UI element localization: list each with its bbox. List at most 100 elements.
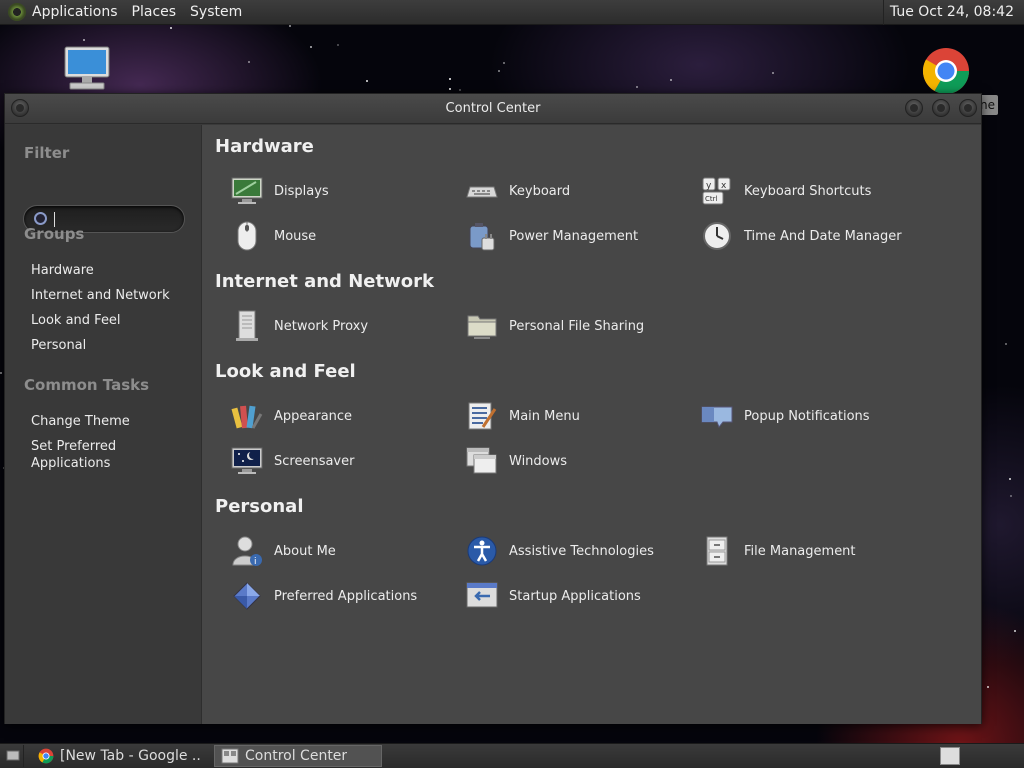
close-button[interactable] bbox=[959, 99, 977, 117]
filter-heading: Filter bbox=[24, 144, 70, 162]
maximize-button[interactable] bbox=[932, 99, 950, 117]
keyboard-shortcuts-icon: y x Ctrl bbox=[700, 175, 734, 207]
show-desktop-button[interactable] bbox=[2, 745, 24, 767]
item-appearance[interactable]: Appearance bbox=[230, 400, 352, 432]
item-label: Displays bbox=[274, 183, 329, 199]
bottom-panel: [New Tab - Google ... Control Center bbox=[0, 743, 1024, 768]
clock-icon bbox=[700, 220, 734, 252]
section-title-look-and-feel: Look and Feel bbox=[215, 361, 356, 382]
item-windows[interactable]: Windows bbox=[465, 445, 567, 477]
item-popup-notifications[interactable]: Popup Notifications bbox=[700, 400, 870, 432]
star bbox=[1005, 343, 1007, 345]
clock[interactable]: Tue Oct 24, 08:42 bbox=[882, 0, 1020, 25]
show-desktop-icon bbox=[6, 750, 19, 761]
folder-share-icon bbox=[465, 310, 499, 342]
item-screensaver[interactable]: Screensaver bbox=[230, 445, 354, 477]
applications-menu[interactable]: Applications bbox=[32, 4, 118, 20]
group-link-hardware[interactable]: Hardware bbox=[31, 262, 191, 279]
group-link-look-and-feel[interactable]: Look and Feel bbox=[31, 312, 191, 329]
minimize-button[interactable] bbox=[905, 99, 923, 117]
star bbox=[0, 372, 2, 374]
mate-logo-icon[interactable] bbox=[8, 3, 26, 21]
section-title-internet-and-network: Internet and Network bbox=[215, 271, 434, 292]
item-network-proxy[interactable]: Network Proxy bbox=[230, 310, 368, 342]
item-label: Time And Date Manager bbox=[744, 228, 902, 244]
common-tasks-heading: Common Tasks bbox=[24, 376, 150, 394]
startup-apps-icon bbox=[465, 580, 499, 612]
star bbox=[503, 62, 505, 64]
item-personal-file-sharing[interactable]: Personal File Sharing bbox=[465, 310, 644, 342]
svg-text:y: y bbox=[706, 181, 712, 191]
item-startup-applications[interactable]: Startup Applications bbox=[465, 580, 641, 612]
item-label: Mouse bbox=[274, 228, 317, 244]
item-label: Windows bbox=[509, 453, 568, 469]
item-power-management[interactable]: Power Management bbox=[465, 220, 638, 252]
file-cabinet-icon bbox=[700, 535, 734, 567]
item-label: Keyboard bbox=[509, 183, 571, 199]
sidebar: Filter Groups Hardware Internet and Netw… bbox=[5, 125, 201, 724]
item-displays[interactable]: Displays bbox=[230, 175, 329, 207]
search-icon bbox=[34, 212, 47, 225]
star bbox=[459, 89, 461, 91]
star bbox=[449, 78, 451, 80]
star bbox=[449, 88, 451, 90]
network-proxy-icon bbox=[230, 310, 264, 342]
star bbox=[366, 80, 368, 82]
task-link-change-theme[interactable]: Change Theme bbox=[31, 413, 191, 430]
star bbox=[170, 27, 172, 29]
appearance-icon bbox=[230, 400, 264, 432]
keyboard-icon bbox=[465, 175, 499, 207]
item-label: About Me bbox=[274, 543, 336, 559]
control-center-window: Control Center Filter Groups Hardware In… bbox=[4, 93, 982, 724]
item-label: Appearance bbox=[274, 408, 353, 424]
star bbox=[289, 25, 291, 27]
window-titlebar[interactable]: Control Center bbox=[5, 94, 981, 124]
item-label: Personal File Sharing bbox=[509, 318, 645, 334]
item-label: File Management bbox=[744, 543, 856, 559]
section-title-hardware: Hardware bbox=[215, 136, 314, 157]
item-label: Network Proxy bbox=[274, 318, 369, 334]
computer-desktop-icon[interactable] bbox=[62, 46, 112, 92]
group-link-internet-and-network[interactable]: Internet and Network bbox=[31, 287, 191, 304]
chrome-desktop-icon[interactable] bbox=[921, 46, 971, 96]
main-menu-icon bbox=[465, 400, 499, 432]
item-label: Startup Applications bbox=[509, 588, 641, 604]
section-title-personal: Personal bbox=[215, 496, 304, 517]
taskbar-item-chrome[interactable]: [New Tab - Google ... bbox=[32, 745, 206, 767]
item-mouse[interactable]: Mouse bbox=[230, 220, 316, 252]
item-label: Keyboard Shortcuts bbox=[744, 183, 872, 199]
content-area: Hardware Displays Keyboard y x Ctrl Keyboa… bbox=[201, 125, 981, 724]
item-keyboard-shortcuts[interactable]: y x Ctrl Keyboard Shortcuts bbox=[700, 175, 871, 207]
item-main-menu[interactable]: Main Menu bbox=[465, 400, 580, 432]
accessibility-icon bbox=[465, 535, 499, 567]
item-keyboard[interactable]: Keyboard bbox=[465, 175, 570, 207]
tray-control-center-icon[interactable] bbox=[940, 747, 960, 765]
groups-heading: Groups bbox=[24, 225, 85, 243]
group-link-personal[interactable]: Personal bbox=[31, 337, 191, 354]
windows-icon bbox=[465, 445, 499, 477]
item-assistive-technologies[interactable]: Assistive Technologies bbox=[465, 535, 654, 567]
taskbar-item-label: Control Center bbox=[245, 748, 348, 764]
svg-text:Ctrl: Ctrl bbox=[705, 195, 718, 203]
places-menu[interactable]: Places bbox=[132, 4, 177, 20]
item-label: Popup Notifications bbox=[744, 408, 870, 424]
star bbox=[772, 72, 774, 74]
star bbox=[83, 39, 85, 41]
star bbox=[636, 86, 638, 88]
notification-icon bbox=[700, 400, 734, 432]
item-label: Preferred Applications bbox=[274, 588, 418, 604]
taskbar-item-control-center[interactable]: Control Center bbox=[214, 745, 382, 767]
star bbox=[1009, 478, 1011, 480]
item-time-and-date-manager[interactable]: Time And Date Manager bbox=[700, 220, 902, 252]
item-about-me[interactable]: i About Me bbox=[230, 535, 336, 567]
system-menu[interactable]: System bbox=[190, 4, 242, 20]
item-file-management[interactable]: File Management bbox=[700, 535, 856, 567]
power-management-icon bbox=[465, 220, 499, 252]
screensaver-icon bbox=[230, 445, 264, 477]
star bbox=[987, 686, 989, 688]
task-link-set-preferred-applications[interactable]: Set Preferred Applications bbox=[31, 438, 141, 472]
control-center-icon bbox=[221, 748, 239, 764]
item-label: Power Management bbox=[509, 228, 639, 244]
mouse-icon bbox=[230, 220, 264, 252]
item-preferred-applications[interactable]: Preferred Applications bbox=[230, 580, 417, 612]
